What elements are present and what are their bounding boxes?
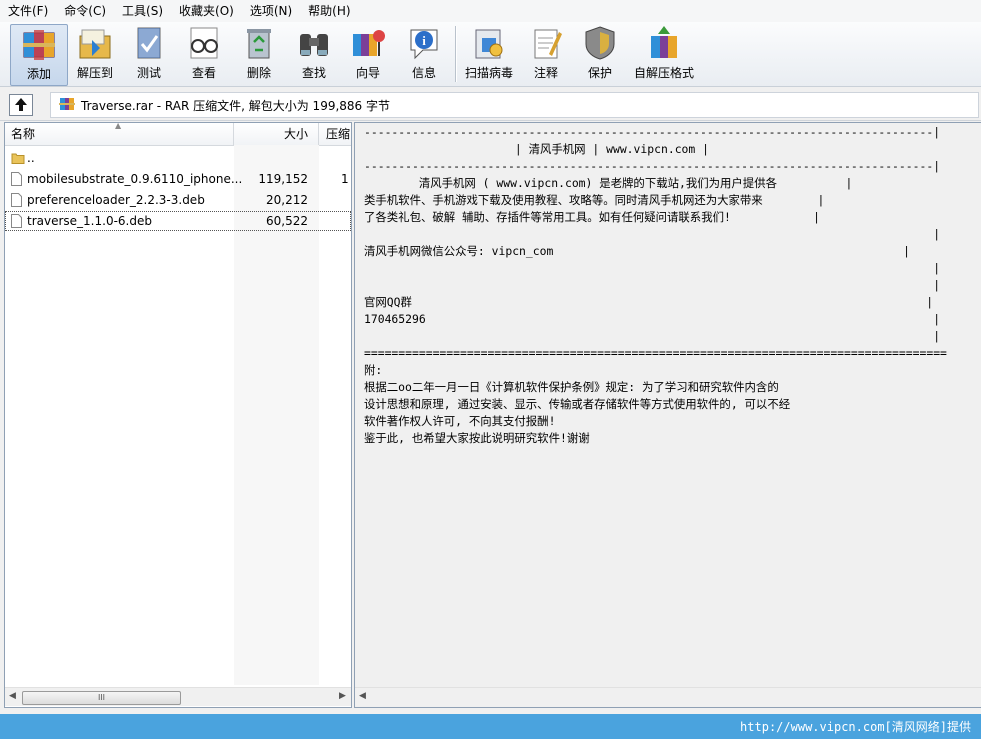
add-label: 添加 [27,67,51,81]
toolbar-separator [455,26,456,82]
scrollbar-thumb[interactable]: III [22,691,181,705]
rar-archive-icon [59,96,75,115]
list-item-parent-folder[interactable]: .. [5,148,351,168]
menu-favorites[interactable]: 收藏夹(O) [171,0,242,22]
watermark-bar: http://www.vipcn.com[清风网络]提供 [0,714,981,739]
menu-file[interactable]: 文件(F) [0,0,56,22]
archive-comment-panel: ----------------------------------------… [354,122,981,708]
path-field[interactable]: Traverse.rar - RAR 压缩文件, 解包大小为 199,886 字… [50,92,979,118]
info-button[interactable]: i 信息 [400,24,448,84]
info-label: 信息 [412,66,436,80]
add-button[interactable]: 添加 [10,24,68,86]
size-column-header[interactable]: 大小 [284,123,308,145]
column-divider [318,123,319,145]
toolbar: 添加 解压到 测试 查看 删除 查找 向导 i 信息 扫描病毒 注释 保护 自解… [0,22,981,87]
find-button[interactable]: 查找 [290,24,338,84]
protect-label: 保护 [588,66,612,80]
comment-button[interactable]: 注释 [524,24,568,84]
view-glasses-icon [185,24,223,62]
menu-commands[interactable]: 命令(C) [56,0,114,22]
binoculars-icon [295,24,333,62]
list-item-file[interactable]: preferenceloader_2.2.3-3.deb 20,212 [5,190,351,210]
file-list-panel: 名称 ▲ 大小 压缩 .. mobilesubstrate_0.9.6110_i… [4,122,352,708]
test-icon [130,24,168,62]
scroll-left-icon[interactable]: ◀ [9,691,16,701]
menu-bar: 文件(F) 命令(C) 工具(S) 收藏夹(O) 选项(N) 帮助(H) [0,0,981,23]
file-packed-size: 1 [341,169,349,189]
info-icon: i [405,24,443,62]
file-icon [11,214,22,228]
archive-path: Traverse.rar - RAR 压缩文件, 解包大小为 199,886 字… [81,97,390,114]
address-bar: Traverse.rar - RAR 压缩文件, 解包大小为 199,886 字… [0,88,981,121]
test-button[interactable]: 测试 [124,24,174,84]
find-label: 查找 [302,66,326,80]
up-arrow-icon [10,104,32,118]
up-folder-button[interactable] [9,94,33,116]
protect-button[interactable]: 保护 [578,24,622,84]
recycle-bin-icon [240,24,278,62]
comment-horizontal-scrollbar[interactable]: ◀ [355,687,981,706]
file-size: 119,152 [234,169,308,189]
file-size: 60,522 [234,211,308,231]
sort-arrow-icon: ▲ [115,122,121,130]
wizard-icon [349,24,387,62]
menu-options[interactable]: 选项(N) [242,0,300,22]
packed-column-header[interactable]: 压缩 [326,123,350,145]
sfx-icon [645,24,683,62]
menu-help[interactable]: 帮助(H) [300,0,358,22]
menu-tools[interactable]: 工具(S) [114,0,171,22]
watermark-text: http://www.vipcn.com[清风网络]提供 [740,718,971,735]
name-column-header[interactable]: 名称 [11,123,35,145]
column-divider [233,123,234,145]
file-size: 20,212 [234,190,308,210]
scroll-right-icon[interactable]: ▶ [339,691,346,701]
folder-icon [11,151,25,165]
file-name: mobilesubstrate_0.9.6110_iphone... [27,169,242,189]
wizard-label: 向导 [356,66,380,80]
list-item-file[interactable]: traverse_1.1.0-6.deb 60,522 [5,211,351,231]
test-label: 测试 [137,66,161,80]
file-icon [11,172,22,186]
sfx-label: 自解压格式 [634,66,694,80]
extract-to-label: 解压到 [77,66,113,80]
shield-icon [581,24,619,62]
sfx-button[interactable]: 自解压格式 [632,24,696,84]
comment-label: 注释 [534,66,558,80]
comment-icon [527,24,565,62]
file-list-horizontal-scrollbar[interactable]: ◀ III ▶ [5,687,351,706]
view-button[interactable]: 查看 [180,24,228,84]
list-item-file[interactable]: mobilesubstrate_0.9.6110_iphone... 119,1… [5,169,351,189]
file-name: .. [27,148,35,168]
add-archive-icon [20,25,58,63]
scroll-left-icon[interactable]: ◀ [359,691,366,701]
column-header: 名称 ▲ 大小 压缩 [5,123,351,146]
delete-button[interactable]: 删除 [235,24,283,84]
archive-comment: ----------------------------------------… [364,124,947,447]
wizard-button[interactable]: 向导 [344,24,392,84]
virus-scan-button[interactable]: 扫描病毒 [460,24,518,84]
delete-label: 删除 [247,66,271,80]
extract-folder-icon [76,24,114,62]
view-label: 查看 [192,66,216,80]
extract-to-button[interactable]: 解压到 [69,24,121,84]
file-name: preferenceloader_2.2.3-3.deb [27,190,205,210]
svg-text:i: i [422,33,426,48]
virus-scan-label: 扫描病毒 [465,66,513,80]
virus-scan-icon [470,24,508,62]
file-icon [11,193,22,207]
file-name: traverse_1.1.0-6.deb [27,211,152,231]
